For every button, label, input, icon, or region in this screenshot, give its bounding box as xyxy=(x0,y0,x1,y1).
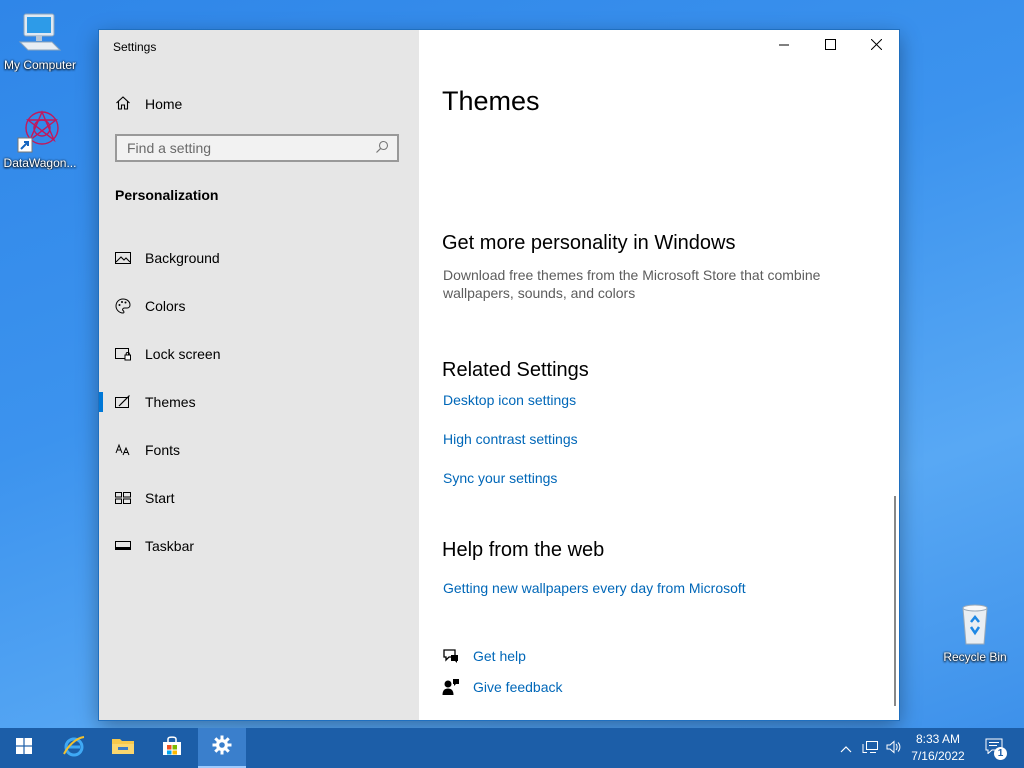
file-explorer-button[interactable] xyxy=(99,728,147,768)
sidebar-item-start[interactable]: Start xyxy=(99,474,419,522)
show-hidden-icons-button[interactable] xyxy=(836,738,856,758)
chat-help-icon xyxy=(441,646,461,666)
desktop-icon-settings-link[interactable]: Desktop icon settings xyxy=(443,392,576,408)
maximize-button[interactable] xyxy=(807,30,853,62)
sidebar-item-label: Themes xyxy=(145,394,196,410)
volume-tray-button[interactable] xyxy=(884,738,904,758)
notification-center-icon: 1 xyxy=(985,738,1007,760)
minimize-button[interactable] xyxy=(761,30,807,62)
sidebar-item-label: Start xyxy=(145,490,175,506)
help-web-heading: Help from the web xyxy=(442,539,605,561)
close-icon xyxy=(870,37,882,55)
close-button[interactable] xyxy=(853,30,899,62)
computer-icon xyxy=(16,8,64,56)
give-feedback-label: Give feedback xyxy=(473,679,563,695)
notifications-button[interactable]: 1 xyxy=(982,738,1008,760)
home-icon xyxy=(115,95,145,114)
give-feedback-link[interactable]: Give feedback xyxy=(441,677,563,697)
network-icon xyxy=(862,740,878,757)
feedback-icon xyxy=(441,677,461,697)
desktop-icon-label: Recycle Bin xyxy=(943,650,1007,664)
related-settings-heading: Related Settings xyxy=(442,359,589,381)
sidebar-item-background[interactable]: Background xyxy=(99,234,419,282)
folder-icon xyxy=(111,736,135,761)
get-help-link[interactable]: Get help xyxy=(441,646,526,666)
clock-date: 7/16/2022 xyxy=(911,749,965,763)
search-input[interactable] xyxy=(125,139,375,157)
get-help-label: Get help xyxy=(473,648,526,664)
store-button[interactable] xyxy=(148,728,196,768)
main-content: Themes Get more personality in Windows D… xyxy=(419,30,899,720)
search-box[interactable] xyxy=(115,134,399,162)
windows-logo-icon xyxy=(16,737,32,759)
taskbar: 8:33 AM 7/16/2022 1 xyxy=(0,728,1024,768)
lock-screen-icon xyxy=(115,346,131,362)
maximize-icon xyxy=(824,37,836,55)
sidebar-item-lock-screen[interactable]: Lock screen xyxy=(99,330,419,378)
wallpapers-link[interactable]: Getting new wallpapers every day from Mi… xyxy=(443,580,746,596)
internet-explorer-button[interactable] xyxy=(50,728,98,768)
sidebar-item-label: Lock screen xyxy=(145,346,221,362)
section-title: Personalization xyxy=(115,187,219,203)
personality-heading: Get more personality in Windows xyxy=(442,232,736,254)
sidebar-item-label: Taskbar xyxy=(145,538,195,554)
high-contrast-settings-link[interactable]: High contrast settings xyxy=(443,431,578,447)
desktop-icon-datawagon[interactable]: DataWagon... xyxy=(0,106,80,170)
home-nav-item[interactable]: Home xyxy=(115,92,182,116)
start-button[interactable] xyxy=(0,728,48,768)
taskbar-clock[interactable]: 8:33 AM 7/16/2022 xyxy=(906,731,970,765)
gear-icon xyxy=(212,735,232,760)
sync-settings-link[interactable]: Sync your settings xyxy=(443,470,557,486)
store-icon xyxy=(161,735,183,762)
desktop-icon-my-computer[interactable]: My Computer xyxy=(0,8,80,72)
settings-window: Settings Home Personalization Background xyxy=(99,30,899,720)
desktop-icon-label: My Computer xyxy=(3,58,77,72)
speaker-icon xyxy=(886,739,902,757)
desktop-icon-label: DataWagon... xyxy=(3,156,77,170)
sidebar-item-label: Colors xyxy=(145,298,186,314)
window-title: Settings xyxy=(113,40,157,54)
scrollbar[interactable] xyxy=(894,496,896,706)
personality-description: Download free themes from the Microsoft … xyxy=(443,267,821,301)
picture-icon xyxy=(115,250,131,266)
taskbar-icon xyxy=(115,538,131,554)
minimize-icon xyxy=(779,37,789,55)
notification-count-badge: 1 xyxy=(994,747,1007,760)
fonts-icon xyxy=(115,442,131,458)
sidebar-item-themes[interactable]: Themes xyxy=(99,378,419,426)
chevron-up-icon xyxy=(840,741,852,756)
search-icon[interactable] xyxy=(375,140,389,157)
sidebar-item-taskbar[interactable]: Taskbar xyxy=(99,522,419,570)
desktop-icon-recycle-bin[interactable]: Recycle Bin xyxy=(935,600,1015,664)
network-tray-button[interactable] xyxy=(860,738,880,758)
page-title: Themes xyxy=(442,86,540,116)
settings-taskbar-button[interactable] xyxy=(198,728,246,768)
sidebar-item-label: Fonts xyxy=(145,442,181,458)
home-label: Home xyxy=(145,96,183,112)
sidebar-item-colors[interactable]: Colors xyxy=(99,282,419,330)
datawagon-icon xyxy=(16,106,64,154)
start-icon xyxy=(115,490,131,506)
sidebar-nav: Background Colors Lock screen Themes Fon… xyxy=(99,234,419,570)
sidebar: Settings Home Personalization Background xyxy=(99,30,419,720)
sidebar-item-fonts[interactable]: Fonts xyxy=(99,426,419,474)
themes-icon xyxy=(115,394,131,410)
internet-explorer-icon xyxy=(62,734,86,763)
sidebar-item-label: Background xyxy=(145,250,220,266)
recycle-bin-icon xyxy=(951,600,999,648)
palette-icon xyxy=(115,298,131,314)
clock-time: 8:33 AM xyxy=(915,732,961,746)
